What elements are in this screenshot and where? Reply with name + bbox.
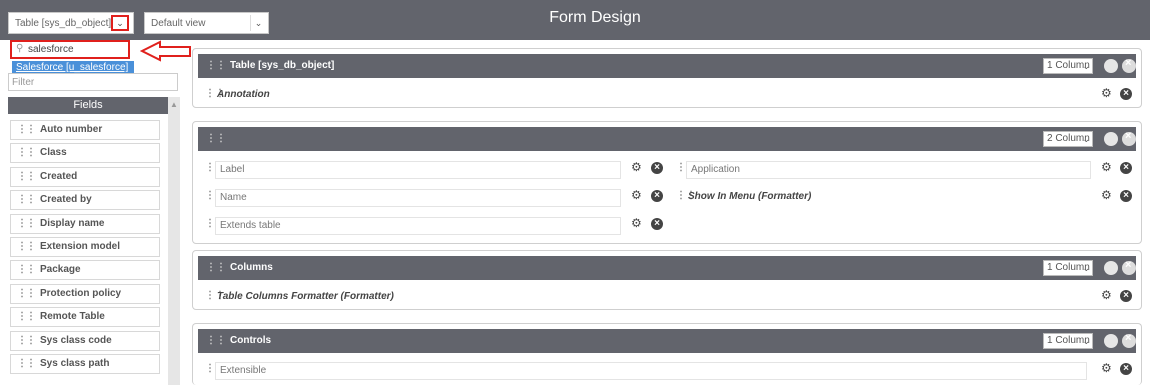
drag-handle-icon[interactable]: ⋮⋮ bbox=[17, 171, 36, 182]
form-field[interactable]: Application bbox=[686, 161, 1091, 179]
fields-header: Fields bbox=[8, 97, 168, 114]
drag-handle-icon[interactable]: ⋮⋮ bbox=[17, 147, 36, 158]
chevron-down-icon: ⌄ bbox=[1082, 134, 1090, 144]
section-delete-icon[interactable] bbox=[1122, 57, 1136, 73]
column-select[interactable]: 1 Column ⌄ bbox=[1043, 260, 1093, 276]
field-item[interactable]: ⋮⋮ Protection policy bbox=[10, 283, 160, 304]
chevron-down-icon[interactable]: ⌄ bbox=[250, 15, 266, 31]
drag-handle-icon[interactable]: ⋮⋮ bbox=[17, 124, 36, 135]
form-section: ⋮⋮ 2 Column⌄ ⋮⋮ Label ⚙ × ⋮⋮ Name ⚙ × ⋮⋮… bbox=[192, 121, 1142, 244]
section-delete-icon[interactable] bbox=[1122, 130, 1136, 146]
gear-icon[interactable]: ⚙ bbox=[1101, 188, 1112, 202]
field-item[interactable]: ⋮⋮ Extension model bbox=[10, 236, 160, 257]
section-field-label: Show In Menu (Formatter) bbox=[688, 191, 812, 202]
form-field[interactable]: Name bbox=[215, 189, 621, 207]
drag-handle-icon[interactable]: ⋮⋮ bbox=[17, 264, 36, 275]
field-item[interactable]: ⋮⋮ Package bbox=[10, 260, 160, 281]
drag-handle-icon[interactable]: ⋮⋮ bbox=[17, 241, 36, 252]
section-toggle-icon[interactable] bbox=[1104, 59, 1118, 73]
form-field[interactable]: Label bbox=[215, 161, 621, 179]
section-header: ⋮⋮ Columns 1 Column ⌄ bbox=[198, 256, 1136, 280]
section-header: ⋮⋮ Controls 1 Column ⌄ bbox=[198, 329, 1136, 353]
remove-icon[interactable]: × bbox=[1120, 190, 1132, 202]
drag-handle-icon[interactable]: ⋮⋮ bbox=[17, 194, 36, 205]
section-title: ⋮⋮ Table [sys_db_object] bbox=[206, 60, 335, 71]
remove-icon[interactable]: × bbox=[651, 162, 663, 174]
section-header: ⋮⋮ 2 Column ⌄ bbox=[198, 127, 1136, 151]
gear-icon[interactable]: ⚙ bbox=[631, 160, 642, 174]
scroll-up-icon[interactable]: ▲ bbox=[170, 100, 178, 109]
field-item[interactable]: ⋮⋮ Auto number bbox=[10, 120, 160, 140]
section-toggle-icon[interactable] bbox=[1104, 132, 1118, 146]
page-title: Form Design bbox=[549, 9, 641, 26]
drag-handle-icon[interactable]: ⋮⋮ bbox=[17, 311, 36, 322]
field-list: ⋮⋮ Auto number ⋮⋮ Class ⋮⋮ Created ⋮⋮ Create… bbox=[10, 120, 160, 377]
chevron-down-icon: ⌄ bbox=[1082, 336, 1090, 346]
section-delete-icon[interactable] bbox=[1122, 332, 1136, 348]
gear-icon[interactable]: ⚙ bbox=[1101, 361, 1112, 375]
section-title: ⋮⋮ Controls bbox=[206, 335, 272, 346]
form-field[interactable]: Extends table bbox=[215, 217, 621, 235]
drag-handle-icon[interactable]: ⋮⋮ bbox=[17, 288, 36, 299]
remove-icon[interactable]: × bbox=[1120, 88, 1132, 100]
view-select[interactable]: Default view ⌄ bbox=[144, 12, 269, 34]
table-select[interactable]: Table [sys_db_object] ⌄ bbox=[8, 12, 134, 34]
form-section: ⋮⋮Columns 1 Column⌄ ⋮⋮ Table Columns For… bbox=[192, 250, 1142, 310]
top-bar: Table [sys_db_object] ⌄ Default view ⌄ F… bbox=[0, 0, 1150, 40]
form-field[interactable]: Extensible bbox=[215, 362, 1087, 380]
column-select[interactable]: 2 Column ⌄ bbox=[1043, 131, 1093, 147]
search-icon: ⚲ bbox=[16, 43, 24, 54]
red-arrow-annotation bbox=[140, 40, 191, 62]
field-item[interactable]: ⋮⋮ Sys class path bbox=[10, 353, 160, 374]
chevron-down-icon: ⌄ bbox=[1082, 263, 1090, 273]
field-item[interactable]: ⋮⋮ Display name bbox=[10, 213, 160, 234]
field-item[interactable]: ⋮⋮ Created by bbox=[10, 190, 160, 211]
gear-icon[interactable]: ⚙ bbox=[1101, 288, 1112, 302]
gear-icon[interactable]: ⚙ bbox=[1101, 160, 1112, 174]
gear-icon[interactable]: ⚙ bbox=[631, 216, 642, 230]
view-select-value: Default view bbox=[151, 18, 206, 29]
field-item[interactable]: ⋮⋮ Remote Table bbox=[10, 307, 160, 328]
remove-icon[interactable]: × bbox=[651, 218, 663, 230]
gear-icon[interactable]: ⚙ bbox=[631, 188, 642, 202]
section-title: ⋮⋮ Columns bbox=[206, 262, 273, 273]
field-item[interactable]: ⋮⋮ Class bbox=[10, 143, 160, 164]
drag-handle-icon[interactable]: ⋮⋮ bbox=[17, 335, 36, 346]
section-field-label: Table Columns Formatter (Formatter) bbox=[217, 291, 394, 302]
field-item[interactable]: ⋮⋮ Sys class code bbox=[10, 330, 160, 351]
filter-placeholder: Filter bbox=[12, 77, 35, 88]
drag-handle-icon[interactable]: ⋮⋮ bbox=[17, 218, 36, 229]
section-toggle-icon[interactable] bbox=[1104, 334, 1118, 348]
section-header: ⋮⋮ Table [sys_db_object] 1 Column ⌄ bbox=[198, 54, 1136, 78]
chevron-down-icon[interactable]: ⌄ bbox=[111, 15, 129, 31]
remove-icon[interactable]: × bbox=[1120, 363, 1132, 375]
field-item[interactable]: ⋮⋮ Created bbox=[10, 166, 160, 187]
drag-handle-icon[interactable]: ⋮⋮ bbox=[17, 358, 36, 369]
chevron-down-icon: ⌄ bbox=[1082, 61, 1090, 71]
form-section: ⋮⋮Controls 1 Column⌄ ⋮⋮ Extensible ⚙ × bbox=[192, 323, 1142, 385]
remove-icon[interactable]: × bbox=[651, 190, 663, 202]
section-toggle-icon[interactable] bbox=[1104, 261, 1118, 275]
remove-icon[interactable]: × bbox=[1120, 162, 1132, 174]
column-select[interactable]: 1 Column ⌄ bbox=[1043, 58, 1093, 74]
table-search-input[interactable]: ⚲ salesforce bbox=[10, 40, 130, 59]
section-delete-icon[interactable] bbox=[1122, 259, 1136, 275]
table-select-value: Table [sys_db_object] bbox=[15, 18, 112, 29]
section-field-label: Annotation bbox=[217, 89, 270, 100]
gear-icon[interactable]: ⚙ bbox=[1101, 86, 1112, 100]
remove-icon[interactable]: × bbox=[1120, 290, 1132, 302]
column-select[interactable]: 1 Column ⌄ bbox=[1043, 333, 1093, 349]
search-value: salesforce bbox=[28, 44, 74, 55]
fields-scrollbar[interactable]: ▲ bbox=[168, 97, 180, 385]
filter-input[interactable]: Filter bbox=[8, 73, 178, 91]
section-title: ⋮⋮ bbox=[206, 133, 226, 144]
form-section: ⋮⋮Table [sys_db_object] 1 Column⌄ ⋮⋮ Ann… bbox=[192, 48, 1142, 108]
